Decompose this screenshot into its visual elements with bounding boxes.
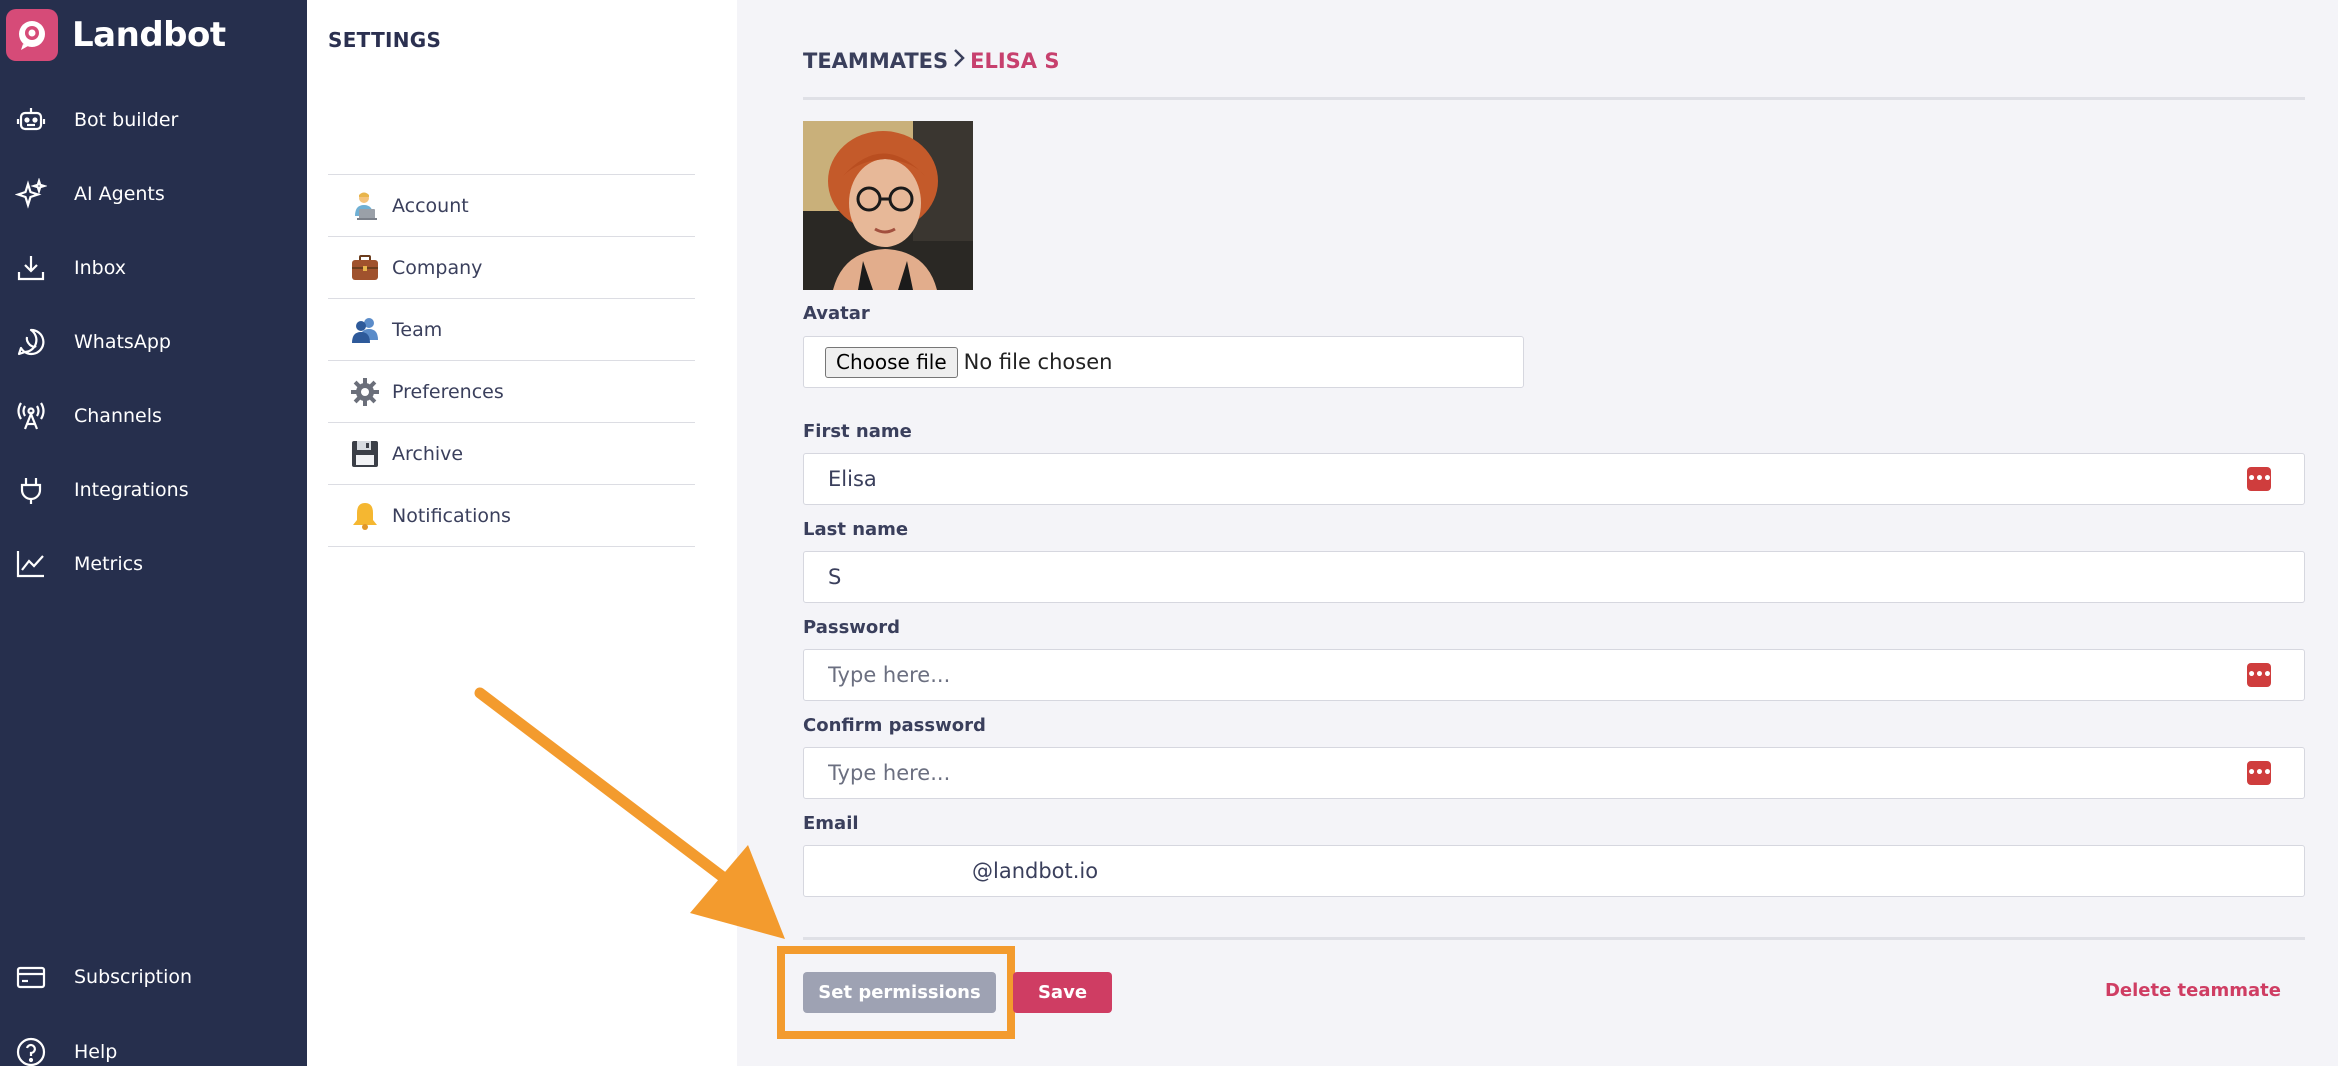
question-icon	[14, 1035, 48, 1066]
line-chart-icon	[14, 547, 48, 581]
password-field: •••	[803, 649, 2305, 701]
chevron-right-icon	[952, 48, 966, 74]
nav-item-bot-builder[interactable]: Bot builder	[0, 92, 307, 148]
robot-icon	[14, 103, 48, 137]
nav-item-channels[interactable]: Channels	[0, 388, 307, 444]
settings-item-label: Account	[392, 194, 469, 217]
nav-item-help[interactable]: Help	[0, 1024, 307, 1066]
nav-label: WhatsApp	[74, 331, 171, 353]
nav-label: AI Agents	[74, 183, 165, 205]
settings-item-label: Company	[392, 256, 483, 279]
settings-menu: Account Company Team Preferences Archive…	[328, 174, 695, 547]
nav-label: Subscription	[74, 966, 193, 988]
autofill-icon[interactable]: •••	[2247, 467, 2272, 491]
nav-item-whatsapp[interactable]: WhatsApp	[0, 314, 307, 370]
annotation-arrow-icon	[474, 687, 785, 939]
settings-item-company[interactable]: Company	[328, 237, 695, 299]
last-name-label: Last name	[803, 519, 909, 540]
nav-item-ai-agents[interactable]: AI Agents	[0, 166, 307, 222]
broadcast-tower-icon	[14, 399, 48, 433]
password-input[interactable]	[828, 663, 2208, 687]
nav-item-integrations[interactable]: Integrations	[0, 462, 307, 518]
settings-item-archive[interactable]: Archive	[328, 423, 695, 485]
avatar-file-input: Choose file No file chosen	[803, 336, 1524, 388]
set-permissions-button[interactable]: Set permissions	[803, 972, 996, 1013]
confirm-password-field: •••	[803, 747, 2305, 799]
briefcase-icon	[348, 251, 382, 285]
email-domain: @landbot.io	[972, 859, 1099, 883]
settings-item-label: Archive	[392, 442, 464, 465]
choose-file-button[interactable]: Choose file	[825, 346, 958, 378]
first-name-value: Elisa	[828, 467, 877, 491]
landbot-logo-icon	[6, 9, 58, 61]
file-status: No file chosen	[963, 350, 1113, 374]
avatar-label: Avatar	[803, 303, 870, 324]
settings-item-team[interactable]: Team	[328, 299, 695, 361]
settings-item-account[interactable]: Account	[328, 175, 695, 237]
settings-item-notifications[interactable]: Notifications	[328, 485, 695, 547]
breadcrumb: TEAMMATES ELISA S	[803, 48, 1060, 74]
sparkles-icon	[14, 177, 48, 211]
brand[interactable]: Landbot	[6, 6, 226, 64]
autofill-icon[interactable]: •••	[2247, 761, 2272, 785]
nav-label: Integrations	[74, 479, 189, 501]
brand-name: Landbot	[72, 15, 226, 55]
plug-icon	[14, 473, 48, 507]
person-laptop-icon	[348, 189, 382, 223]
inbox-download-icon	[14, 251, 48, 285]
settings-item-label: Preferences	[392, 380, 504, 403]
save-button[interactable]: Save	[1013, 972, 1112, 1013]
whatsapp-icon	[14, 325, 48, 359]
avatar-image	[803, 121, 973, 290]
first-name-label: First name	[803, 421, 912, 442]
nav-label: Help	[74, 1041, 118, 1063]
divider	[803, 937, 2305, 940]
redacted-email-user	[828, 861, 972, 881]
confirm-password-label: Confirm password	[803, 715, 986, 736]
teammate-edit-form: TEAMMATES ELISA S Avatar Choose file No …	[737, 0, 2338, 1066]
nav-label: Bot builder	[74, 109, 179, 131]
main-nav: Landbot Bot builder AI Agents Inbox What…	[0, 0, 307, 1066]
settings-item-label: Team	[392, 318, 443, 341]
settings-title: SETTINGS	[328, 28, 442, 52]
settings-item-label: Notifications	[392, 504, 511, 527]
nav-label: Inbox	[74, 257, 126, 279]
last-name-value: S	[828, 565, 842, 589]
nav-label: Metrics	[74, 553, 143, 575]
breadcrumb-teammates-link[interactable]: TEAMMATES	[803, 49, 948, 73]
last-name-field[interactable]: S	[803, 551, 2305, 603]
nav-label: Channels	[74, 405, 162, 427]
delete-teammate-button[interactable]: Delete teammate	[2105, 980, 2281, 1001]
divider	[803, 97, 2305, 100]
confirm-password-input[interactable]	[828, 761, 2208, 785]
nav-item-subscription[interactable]: Subscription	[0, 949, 307, 1005]
nav-item-metrics[interactable]: Metrics	[0, 536, 307, 592]
nav-item-inbox[interactable]: Inbox	[0, 240, 307, 296]
password-label: Password	[803, 617, 901, 638]
breadcrumb-current: ELISA S	[970, 49, 1060, 73]
bell-icon	[348, 499, 382, 533]
email-field[interactable]: @landbot.io	[803, 845, 2305, 897]
floppy-disk-icon	[348, 437, 382, 471]
card-icon	[14, 960, 48, 994]
people-icon	[348, 313, 382, 347]
gear-icon	[348, 375, 382, 409]
settings-item-preferences[interactable]: Preferences	[328, 361, 695, 423]
first-name-field[interactable]: Elisa •••	[803, 453, 2305, 505]
autofill-icon[interactable]: •••	[2247, 663, 2272, 687]
